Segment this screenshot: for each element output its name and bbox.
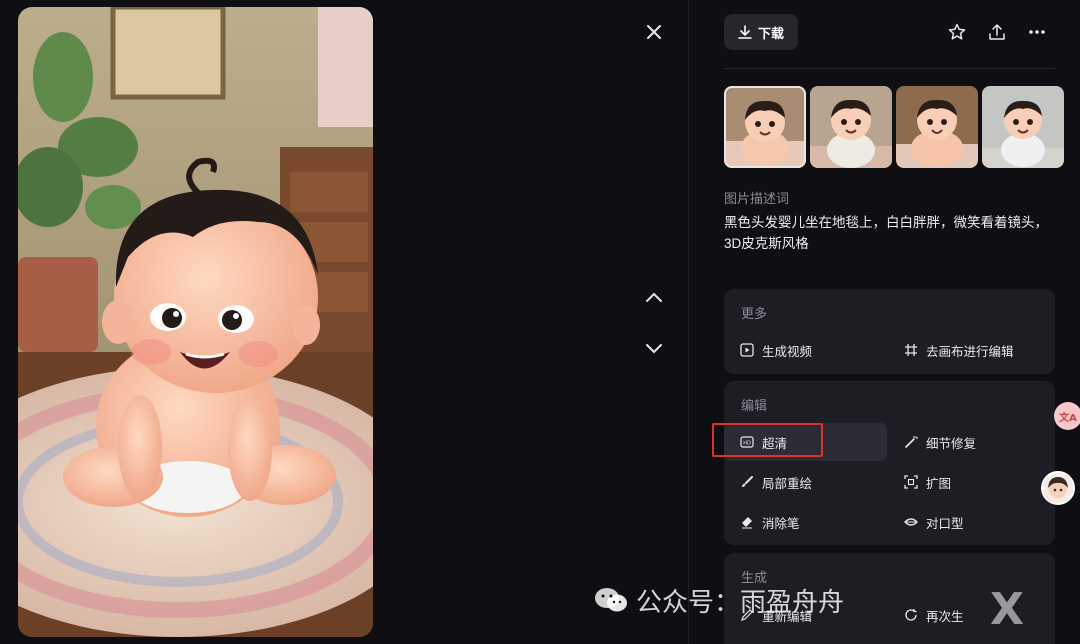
eraser-label: 消除笔 — [762, 516, 800, 531]
generate-video-button[interactable]: 生成视频 — [724, 331, 884, 369]
edit-on-canvas-button[interactable]: 去画布进行编辑 — [888, 331, 1048, 369]
detail-repair-button[interactable]: 细节修复 — [888, 423, 1048, 461]
edit-card-title: 编辑 — [741, 398, 768, 413]
download-icon — [738, 25, 752, 39]
refresh-icon — [905, 609, 917, 621]
expand-icon — [904, 475, 918, 489]
detail-repair-label: 细节修复 — [926, 436, 977, 451]
brush-icon — [742, 476, 753, 487]
main-image — [18, 7, 373, 637]
close-button[interactable] — [642, 20, 666, 44]
inpaint-button[interactable]: 局部重绘 — [724, 463, 884, 501]
lip-sync-button[interactable]: 对口型 — [888, 503, 1048, 541]
thumbnail-3[interactable] — [896, 86, 978, 168]
favorite-button[interactable] — [945, 20, 969, 44]
corner-logo-text: X — [990, 584, 1024, 635]
eraser-button[interactable]: 消除笔 — [724, 503, 884, 541]
download-button[interactable]: 下载 — [724, 14, 798, 50]
outpaint-button[interactable]: 扩图 — [888, 463, 1048, 501]
description-label: 图片描述词 — [724, 191, 790, 206]
share-button[interactable] — [985, 20, 1009, 44]
upscale-hd-label: 超清 — [762, 436, 788, 451]
description-text: 黑色头发婴儿坐在地毯上，白白胖胖，微笑看着镜头，3D皮克斯风格 — [724, 215, 1048, 251]
svg-text:HD: HD — [743, 440, 751, 446]
share-icon — [989, 24, 1005, 40]
edit-on-canvas-label: 去画布进行编辑 — [926, 344, 1014, 359]
close-icon — [647, 25, 661, 39]
toolbar-divider — [724, 68, 1055, 69]
generate-video-label: 生成视频 — [762, 344, 813, 359]
thumbnail-strip — [724, 86, 1064, 168]
generate-card-title: 生成 — [741, 570, 768, 585]
chevron-down-icon — [646, 344, 662, 354]
re-edit-label: 重新编辑 — [762, 609, 813, 624]
more-icon — [1029, 30, 1045, 34]
description-fade — [724, 263, 864, 269]
outpaint-label: 扩图 — [926, 476, 952, 491]
next-image-button[interactable] — [642, 337, 666, 361]
corner-logo: X — [990, 584, 1024, 635]
magic-wand-icon — [905, 436, 918, 448]
edit-card: 编辑 HD 超清 细节修复 局部重绘 扩图 消除笔 对口型 — [724, 381, 1055, 545]
download-label: 下载 — [757, 26, 784, 42]
thumbnail-4[interactable] — [982, 86, 1064, 168]
upscale-hd-button[interactable]: HD 超清 — [724, 423, 887, 461]
hd-icon: HD — [740, 436, 754, 448]
assistant-avatar[interactable] — [1041, 471, 1075, 505]
regenerate-button[interactable]: 再次生 — [888, 596, 1048, 634]
regenerate-label: 再次生 — [926, 609, 964, 624]
re-edit-button[interactable]: 重新编辑 — [724, 596, 884, 634]
star-icon — [948, 23, 966, 40]
canvas-icon — [905, 344, 917, 356]
panel-divider — [688, 0, 689, 644]
lip-sync-label: 对口型 — [926, 516, 964, 531]
inpaint-label: 局部重绘 — [762, 476, 813, 491]
translate-float-button[interactable]: 文A — [1054, 402, 1080, 430]
translate-float-icon: 文A — [1059, 412, 1077, 424]
thumbnail-1[interactable] — [724, 86, 806, 168]
more-options-button[interactable] — [1025, 20, 1049, 44]
wechat-icon — [595, 588, 627, 612]
more-card-title: 更多 — [741, 306, 768, 321]
previous-image-button[interactable] — [642, 285, 666, 309]
thumbnail-2[interactable] — [810, 86, 892, 168]
edit-icon — [741, 609, 753, 621]
more-card: 更多 生成视频 去画布进行编辑 — [724, 289, 1055, 374]
chevron-up-icon — [646, 292, 662, 302]
play-icon — [740, 343, 754, 357]
lips-icon — [904, 518, 918, 526]
eraser-icon — [742, 517, 752, 529]
